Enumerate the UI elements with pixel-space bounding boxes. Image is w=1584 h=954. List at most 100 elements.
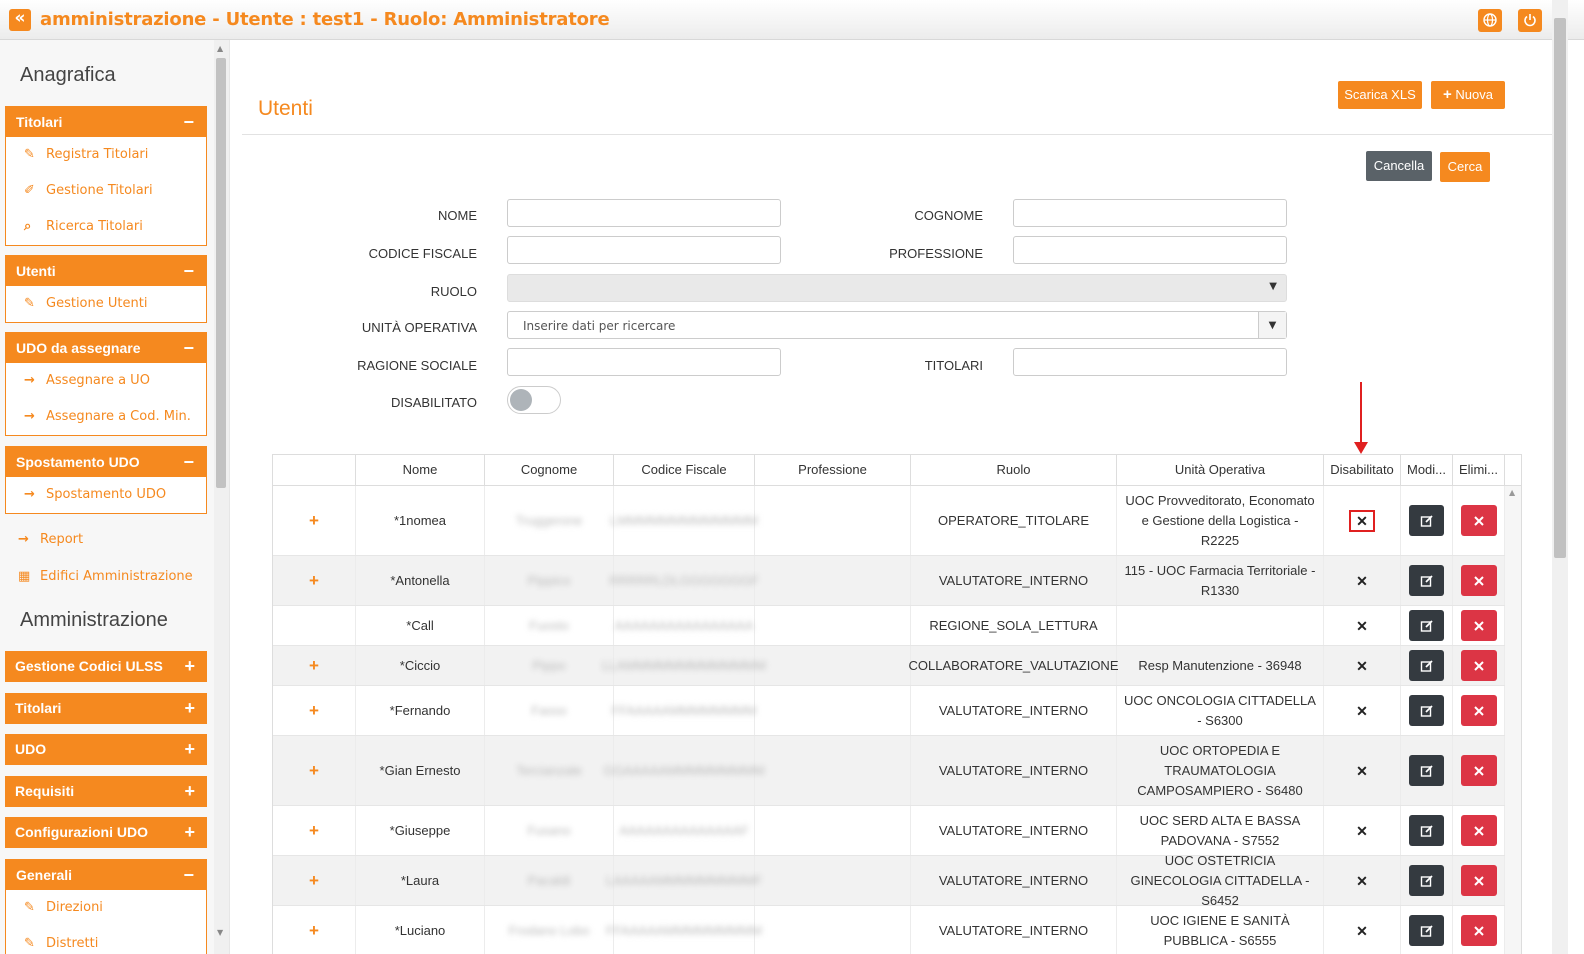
sidebar-item-ricerca-titolari[interactable]: ⌕ Ricerca Titolari <box>6 209 206 245</box>
globe-icon[interactable] <box>1478 9 1502 32</box>
expand-cell[interactable]: + <box>273 686 356 735</box>
sidebar-item-edifici[interactable]: ▦ Edifici Amministrazione <box>18 569 193 584</box>
delete-button[interactable] <box>1460 505 1497 536</box>
expand-cell[interactable]: + <box>273 736 356 805</box>
scroll-up-icon[interactable]: ▲ <box>217 44 223 53</box>
col-disabilitato[interactable]: Disabilitato <box>1324 455 1401 485</box>
sidebar-item-assegnare-cod-min[interactable]: → Assegnare a Cod. Min. <box>6 399 206 435</box>
codice-fiscale-input[interactable] <box>507 236 781 264</box>
scrollbar-thumb[interactable] <box>216 58 226 488</box>
delete-button[interactable] <box>1460 815 1497 846</box>
sidebar-item-registra-titolari[interactable]: ✎ Registra Titolari <box>6 137 206 173</box>
expand-cell[interactable]: + <box>273 806 356 855</box>
delete-button[interactable] <box>1460 650 1497 681</box>
col-ruolo[interactable]: Ruolo <box>911 455 1117 485</box>
col-professione[interactable]: Professione <box>755 455 911 485</box>
minus-icon[interactable]: − <box>183 256 194 286</box>
panel-udo[interactable]: UDO + <box>5 734 207 765</box>
delete-button[interactable] <box>1460 695 1497 726</box>
panel-utenti-header[interactable]: Utenti − <box>6 256 206 286</box>
sidebar-item-assegnare-uo[interactable]: → Assegnare a UO <box>6 363 206 399</box>
col-cognome[interactable]: Cognome <box>485 455 614 485</box>
scarica-xls-button[interactable]: Scarica XLS <box>1338 81 1422 109</box>
table-row[interactable]: + *Gian Ernesto Tercianzale GGAAAAAMMMMMMMM… <box>273 736 1505 806</box>
col-unita-operativa[interactable]: Unità Operativa <box>1117 455 1324 485</box>
panel-configurazioni-udo[interactable]: Configurazioni UDO + <box>5 817 207 848</box>
minus-icon[interactable]: − <box>183 107 194 137</box>
minus-icon[interactable]: − <box>183 333 194 363</box>
titolari-input[interactable] <box>1013 348 1287 376</box>
expand-cell[interactable]: + <box>273 856 356 905</box>
ragione-sociale-input[interactable] <box>507 348 781 376</box>
edit-button[interactable] <box>1409 755 1444 786</box>
col-modifica[interactable]: Modi... <box>1401 455 1453 485</box>
edit-button[interactable] <box>1409 915 1444 946</box>
scroll-up-icon[interactable]: ▲ <box>1509 488 1515 497</box>
expand-plus-icon[interactable]: + <box>309 871 319 891</box>
minus-icon[interactable]: − <box>183 860 194 890</box>
plus-icon[interactable]: + <box>184 817 195 848</box>
panel-spostamento-header[interactable]: Spostamento UDO − <box>6 447 206 477</box>
professione-input[interactable] <box>1013 236 1287 264</box>
plus-icon[interactable]: + <box>184 734 195 765</box>
panel-generali-header[interactable]: Generali − <box>6 860 206 890</box>
edit-button[interactable] <box>1409 865 1444 896</box>
delete-button[interactable] <box>1460 565 1497 596</box>
minus-icon[interactable]: − <box>183 447 194 477</box>
table-row[interactable]: + *Ciccio Pippo LLAMMMMMMMMMMMMM COLLABORATO… <box>273 646 1505 686</box>
ruolo-select[interactable]: ▼ <box>507 274 1287 302</box>
scrollbar-thumb[interactable] <box>1554 18 1566 558</box>
table-row[interactable]: + *Giuseppe Fusano AAAAAAAAAAAAAAF VALUTATOR… <box>273 806 1505 856</box>
collapse-sidebar-icon[interactable]: « <box>9 9 31 31</box>
delete-button[interactable] <box>1460 755 1497 786</box>
expand-plus-icon[interactable]: + <box>309 701 319 721</box>
cancella-button[interactable]: Cancella <box>1366 151 1432 181</box>
sidebar-item-gestione-utenti[interactable]: ✎ Gestione Utenti <box>6 286 206 322</box>
table-row[interactable]: *Call Fuosto AAAAAAAAAAAAAAAA REGIONE_SOLA_… <box>273 606 1505 646</box>
col-elimina[interactable]: Elimi... <box>1453 455 1505 485</box>
expand-cell[interactable]: + <box>273 906 356 954</box>
panel-titolari-header[interactable]: Titolari − <box>6 107 206 137</box>
panel-requisiti[interactable]: Requisiti + <box>5 776 207 807</box>
table-row[interactable]: + *Luciano Frodano Lobo FFAAAAAMMMMMMMMM VAL… <box>273 906 1505 954</box>
edit-button[interactable] <box>1409 695 1444 726</box>
scroll-down-icon[interactable]: ▼ <box>217 928 223 937</box>
sidebar-item-report[interactable]: → Report <box>18 532 83 547</box>
disabilitato-toggle[interactable] <box>507 386 561 414</box>
sidebar-item-distretti[interactable]: ✎ Distretti <box>6 926 206 954</box>
delete-button[interactable] <box>1460 610 1497 641</box>
expand-plus-icon[interactable]: + <box>309 656 319 676</box>
nuova-button[interactable]: + Nuova <box>1431 81 1505 109</box>
sidebar-item-direzioni[interactable]: ✎ Direzioni <box>6 890 206 926</box>
table-row[interactable]: + *Fernando Fasso FFAAAAAMMMMMMMM VALUTATORE… <box>273 686 1505 736</box>
expand-plus-icon[interactable]: + <box>309 821 319 841</box>
sidebar-item-spostamento-udo[interactable]: → Spostamento UDO <box>6 477 206 513</box>
delete-button[interactable] <box>1460 865 1497 896</box>
expand-cell[interactable]: + <box>273 486 356 555</box>
sidebar-scrollbar[interactable]: ▲ ▼ <box>214 40 230 954</box>
unita-operativa-input[interactable]: Inserire dati per ricercare ▼ <box>507 311 1287 339</box>
edit-button[interactable] <box>1409 505 1444 536</box>
expand-plus-icon[interactable]: + <box>309 921 319 941</box>
power-icon[interactable] <box>1518 9 1542 32</box>
plus-icon[interactable]: + <box>184 651 195 682</box>
edit-button[interactable] <box>1409 650 1444 681</box>
edit-button[interactable] <box>1409 565 1444 596</box>
page-scrollbar[interactable] <box>1552 0 1568 954</box>
cerca-button[interactable]: Cerca <box>1440 152 1490 182</box>
table-scrollbar[interactable]: ▲ <box>1505 486 1521 954</box>
panel-udo-assegnare-header[interactable]: UDO da assegnare − <box>6 333 206 363</box>
expand-cell[interactable]: + <box>273 556 356 605</box>
cognome-input[interactable] <box>1013 199 1287 227</box>
plus-icon[interactable]: + <box>184 693 195 724</box>
col-codice-fiscale[interactable]: Codice Fiscale <box>614 455 755 485</box>
caret-down-icon[interactable]: ▼ <box>1258 312 1286 338</box>
edit-button[interactable] <box>1409 610 1444 641</box>
expand-cell[interactable]: + <box>273 646 356 685</box>
delete-button[interactable] <box>1460 915 1497 946</box>
table-row[interactable]: + *Laura Pacaldi LAAAAAMMMMMMMMMF VALUTATORE… <box>273 853 1505 908</box>
table-row[interactable]: + *1nomea Truggerone LMMMMMMMMMMMMM OPERATOR… <box>273 486 1505 556</box>
nome-input[interactable] <box>507 199 781 227</box>
panel-titolari-admin[interactable]: Titolari + <box>5 693 207 724</box>
expand-plus-icon[interactable]: + <box>309 511 319 531</box>
